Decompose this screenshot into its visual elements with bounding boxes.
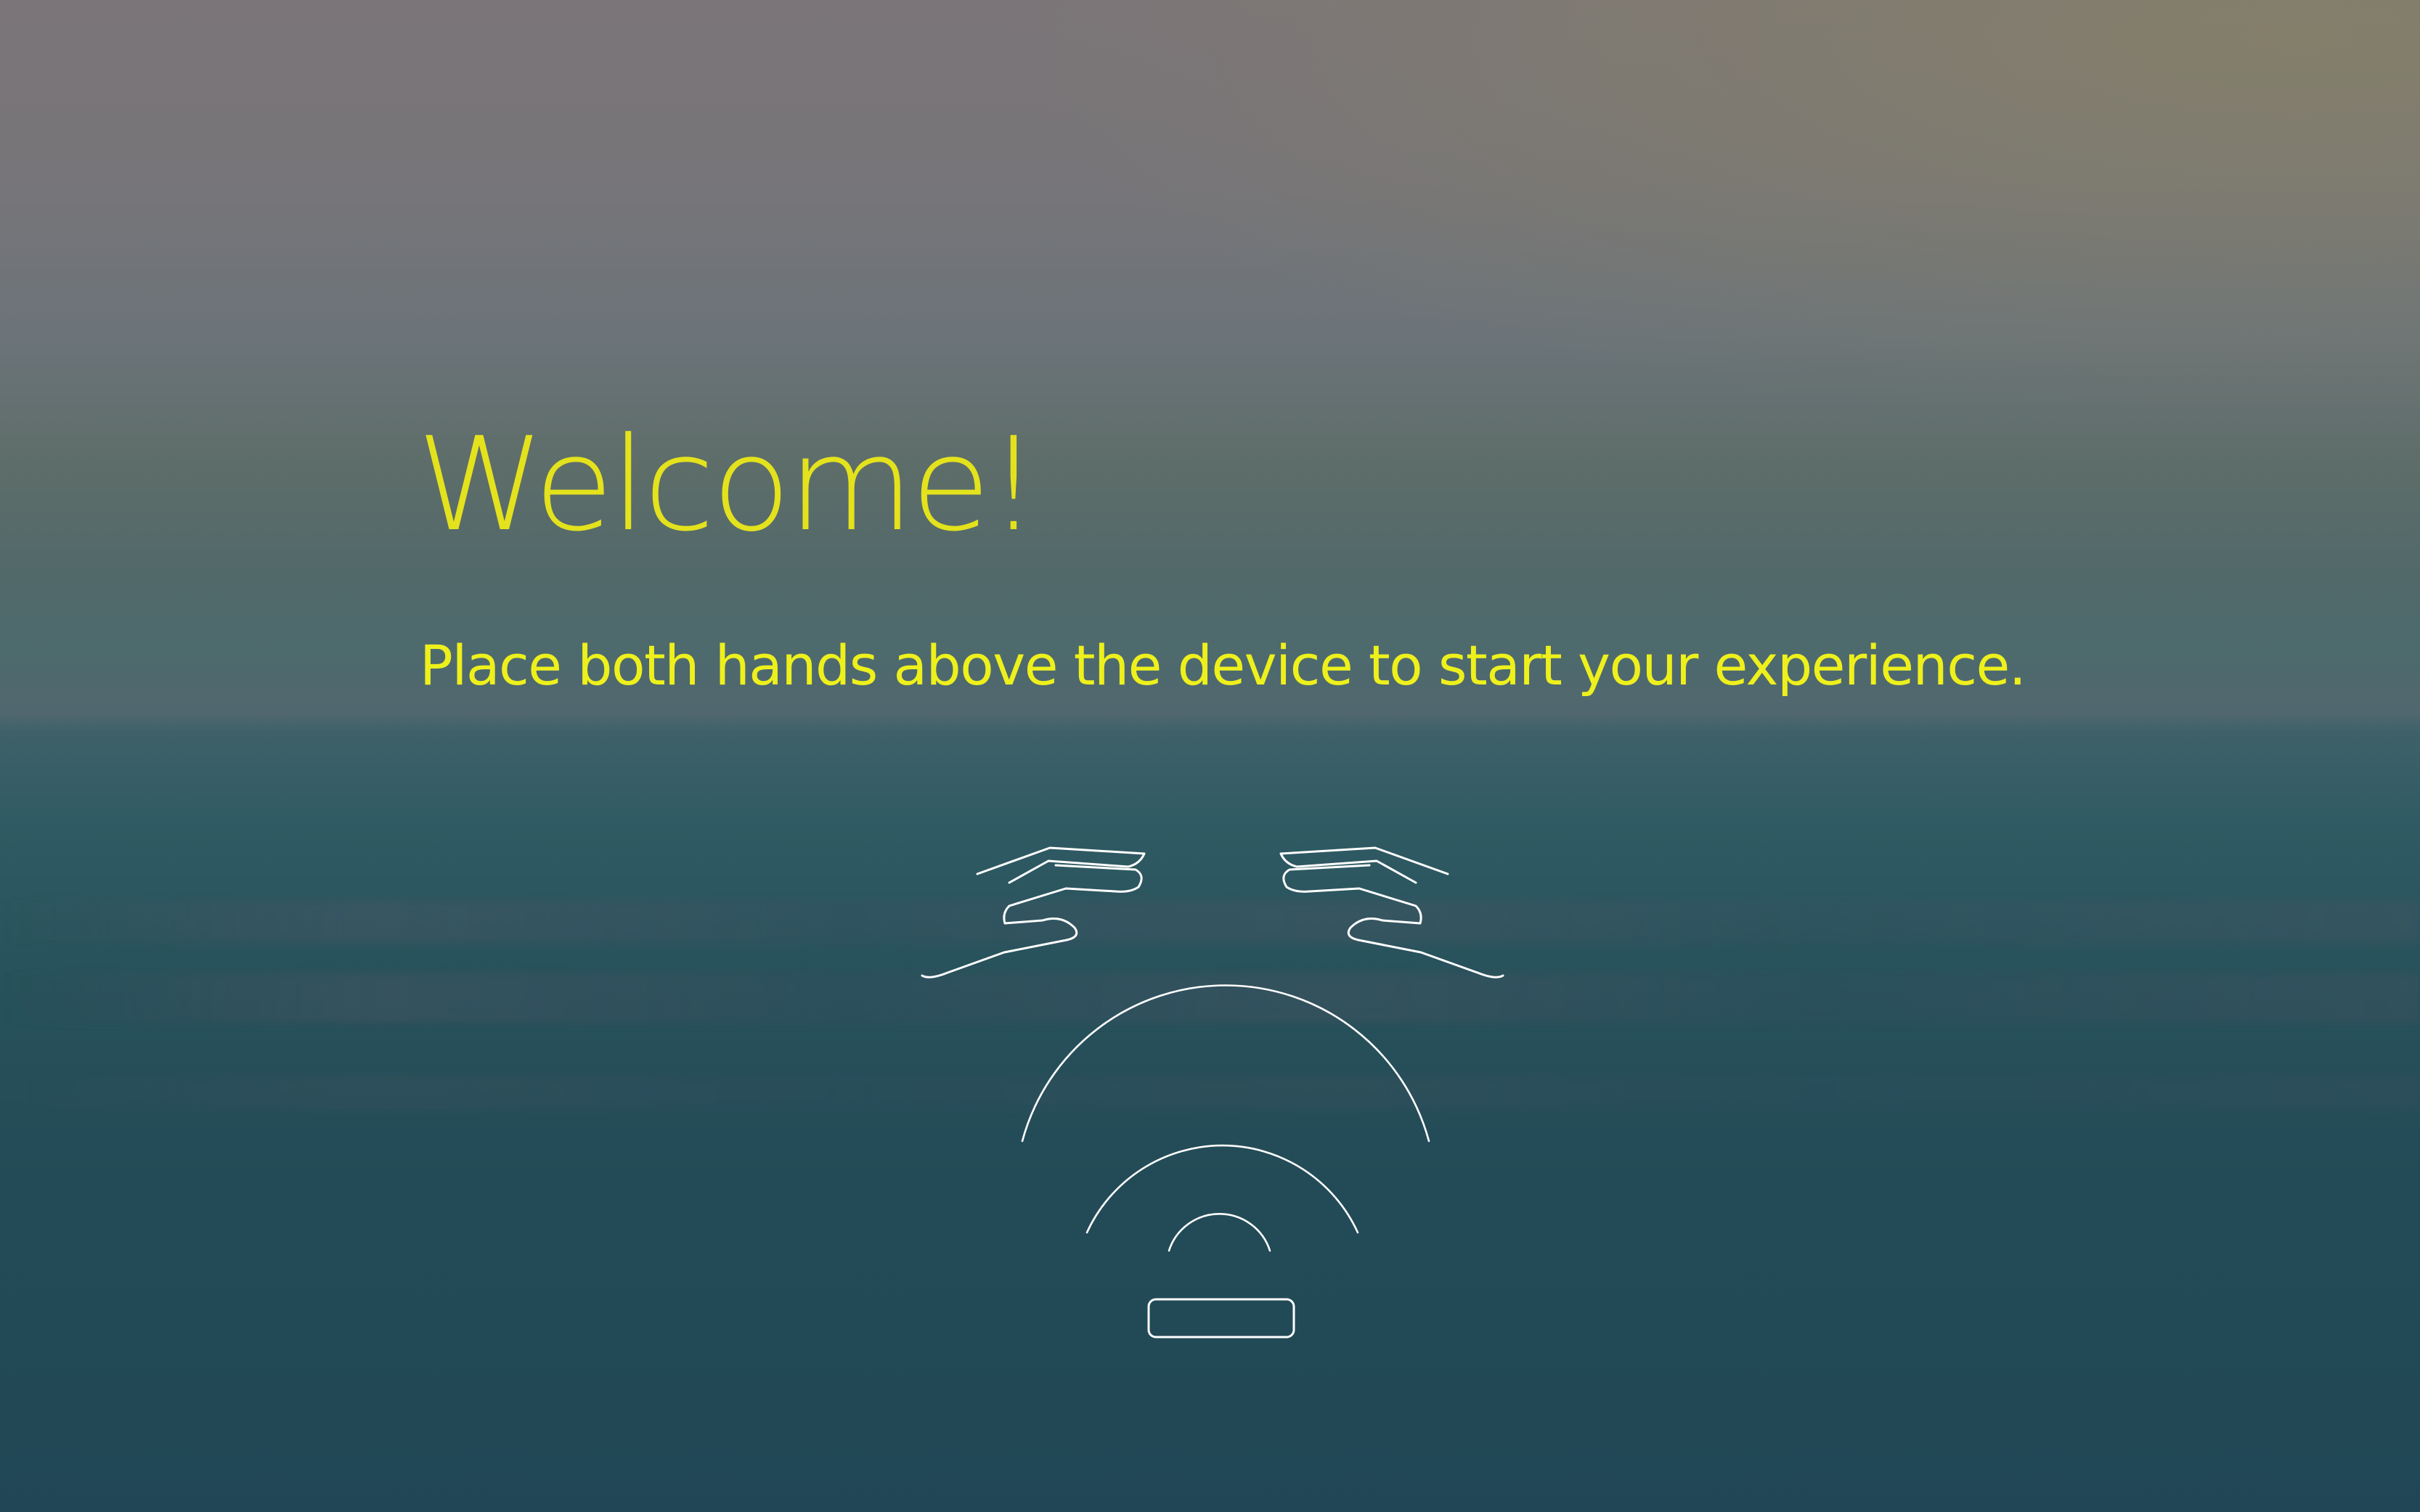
instruction-text: Place both hands above the device to sta… (420, 633, 2026, 698)
hands-over-device-illustration (900, 827, 1525, 1350)
signal-waves-icon (1021, 984, 1430, 1252)
welcome-screen: Welcome! Place both hands above the devi… (0, 0, 2420, 1512)
left-hand-icon (921, 846, 1146, 978)
sensor-device-icon (1147, 1298, 1295, 1339)
welcome-title: Welcome! (417, 409, 1040, 560)
sky-background (0, 0, 2420, 726)
right-hand-icon (1279, 846, 1504, 978)
